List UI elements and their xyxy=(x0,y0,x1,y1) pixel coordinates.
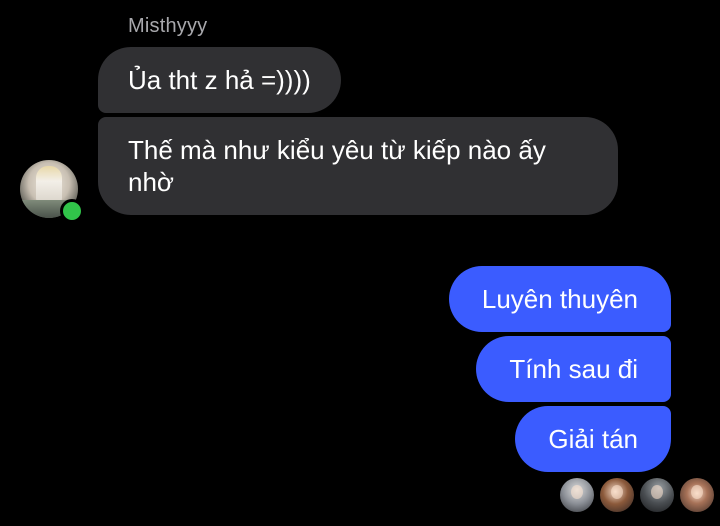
incoming-message-bubble[interactable]: Thế mà như kiểu yêu từ kiếp nào ấy nhờ xyxy=(98,117,618,215)
seen-avatar xyxy=(680,478,714,512)
sender-name: Misthyyy xyxy=(128,15,208,37)
outgoing-message-bubble[interactable]: Giải tán xyxy=(515,406,671,472)
seen-avatar xyxy=(560,478,594,512)
outgoing-message-bubble[interactable]: Luyên thuyên xyxy=(448,266,671,332)
seen-by-avatars[interactable] xyxy=(560,478,714,512)
seen-avatar xyxy=(640,478,674,512)
incoming-message-bubble[interactable]: Ủa tht z hả =)))) xyxy=(98,47,341,113)
online-status-icon xyxy=(60,199,84,223)
outgoing-message-bubble[interactable]: Tính sau đi xyxy=(476,336,671,402)
avatar-figure xyxy=(36,166,62,204)
seen-avatar xyxy=(600,478,634,512)
